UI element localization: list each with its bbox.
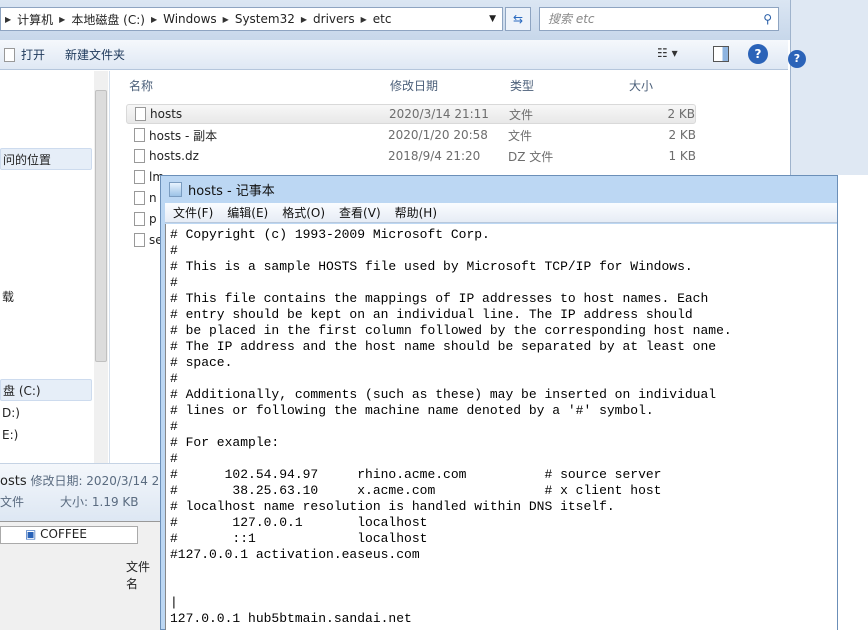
file-icon xyxy=(134,128,145,142)
file-name: p xyxy=(149,212,157,226)
column-header-type[interactable]: 类型 xyxy=(510,77,534,94)
refresh-button[interactable]: ⇆ xyxy=(505,7,531,31)
file-icon xyxy=(134,149,145,163)
new-folder-button[interactable]: 新建文件夹 xyxy=(65,46,125,63)
breadcrumb-item[interactable]: etc xyxy=(373,12,392,26)
search-icon[interactable]: ⚲ xyxy=(763,8,772,30)
file-size: 2 KB xyxy=(668,128,696,142)
file-icon xyxy=(134,170,145,184)
detail-date: 修改日期: 2020/3/14 2 xyxy=(30,474,160,488)
new-folder-label: 新建文件夹 xyxy=(65,48,126,62)
view-options-icon[interactable]: ☷ ▾ xyxy=(657,46,678,60)
breadcrumb-item[interactable]: 计算机 xyxy=(17,11,53,28)
menu-file[interactable]: 文件(F) xyxy=(173,204,213,221)
location-value: COFFEE xyxy=(40,527,87,541)
chevron-right-icon: ▶ xyxy=(5,14,12,24)
menu-edit[interactable]: 编辑(E) xyxy=(227,204,268,221)
menu-view[interactable]: 查看(V) xyxy=(339,204,381,221)
preview-pane-icon[interactable] xyxy=(713,46,729,62)
file-type: 文件 xyxy=(509,107,534,122)
breadcrumb-item[interactable]: 本地磁盘 (C:) xyxy=(71,11,145,28)
scrollbar-thumb[interactable] xyxy=(95,90,107,362)
notepad-window: hosts - 记事本 文件(F) 编辑(E) 格式(O) 查看(V) 帮助(H… xyxy=(160,175,838,630)
nav-item[interactable]: D:) xyxy=(0,402,92,424)
nav-item[interactable]: 问的位置 xyxy=(0,148,92,170)
detail-type: 文件 xyxy=(0,495,25,509)
file-icon xyxy=(134,212,145,226)
file-size: 2 KB xyxy=(667,107,695,121)
nav-item[interactable]: E:) xyxy=(0,424,92,446)
detail-file-name: osts xyxy=(0,474,27,489)
column-header-name[interactable]: 名称 xyxy=(129,77,153,94)
background-window xyxy=(790,0,868,175)
menu-help[interactable]: 帮助(H) xyxy=(395,204,437,221)
file-name: hosts.dz xyxy=(149,149,199,163)
address-breadcrumb[interactable]: ▶ 计算机 ▶ 本地磁盘 (C:) ▶ Windows ▶ System32 ▶ dri… xyxy=(0,7,503,31)
menu-bar: 文件(F) 编辑(E) 格式(O) 查看(V) 帮助(H) xyxy=(165,203,837,223)
search-input[interactable]: 搜索 etc ⚲ xyxy=(539,7,779,31)
chevron-right-icon: ▶ xyxy=(300,14,308,24)
open-label: 打开 xyxy=(21,48,46,62)
column-header-date[interactable]: 修改日期 xyxy=(390,77,438,94)
breadcrumb-item[interactable]: Windows xyxy=(163,12,217,26)
file-name: n xyxy=(149,191,157,205)
chevron-right-icon: ▶ xyxy=(222,14,229,24)
file-row[interactable]: hosts - 副本 2020/1/20 20:58 文件 2 KB xyxy=(126,125,696,145)
notepad-title-bar[interactable]: hosts - 记事本 xyxy=(161,176,837,202)
file-date: 2020/1/20 20:58 xyxy=(388,128,488,142)
details-pane: osts 修改日期: 2020/3/14 2 文件 大小: 1.19 KB xyxy=(0,463,160,521)
chevron-right-icon: ▶ xyxy=(360,14,367,24)
filename-label: 文件名 xyxy=(126,560,151,591)
file-date: 2020/3/14 21:11 xyxy=(389,107,489,121)
chevron-down-icon[interactable]: ▼ xyxy=(489,14,496,24)
breadcrumb-item[interactable]: System32 xyxy=(235,12,295,26)
nav-item[interactable]: 载 xyxy=(0,286,92,308)
help-icon[interactable]: ? xyxy=(788,50,806,68)
file-date: 2018/9/4 21:20 xyxy=(388,149,481,163)
file-type: DZ 文件 xyxy=(508,149,554,164)
nav-item[interactable]: 盘 (C:) xyxy=(0,379,92,401)
file-row[interactable]: hosts 2020/3/14 21:11 文件 2 KB xyxy=(126,104,696,124)
breadcrumb-item[interactable]: drivers xyxy=(313,12,355,26)
file-type: 文件 xyxy=(508,128,533,143)
save-dialog-area: ▣ COFFEE 文件名 xyxy=(0,521,160,630)
file-icon xyxy=(135,107,146,121)
detail-size: 大小: 1.19 KB xyxy=(60,495,139,509)
chevron-right-icon: ▶ xyxy=(59,14,66,24)
file-name: hosts - 副本 xyxy=(149,128,218,143)
file-row[interactable]: hosts.dz 2018/9/4 21:20 DZ 文件 1 KB xyxy=(126,146,696,166)
file-size: 1 KB xyxy=(668,149,696,163)
search-placeholder: 搜索 etc xyxy=(548,12,595,26)
file-icon xyxy=(4,47,15,62)
column-header-size[interactable]: 大小 xyxy=(629,77,653,94)
open-button[interactable]: 打开 xyxy=(4,46,45,63)
notepad-icon xyxy=(169,181,182,197)
file-content[interactable]: # Copyright (c) 1993-2009 Microsoft Corp… xyxy=(170,227,837,627)
window-title: hosts - 记事本 xyxy=(188,183,275,199)
text-editor[interactable]: # Copyright (c) 1993-2009 Microsoft Corp… xyxy=(165,224,837,630)
menu-format[interactable]: 格式(O) xyxy=(282,204,325,221)
location-dropdown[interactable]: ▣ COFFEE xyxy=(0,526,138,544)
file-name: hosts xyxy=(150,107,183,121)
file-icon xyxy=(134,191,145,205)
computer-icon: ▣ xyxy=(25,527,37,541)
chevron-right-icon: ▶ xyxy=(150,14,158,24)
file-icon xyxy=(134,233,145,247)
help-icon[interactable]: ? xyxy=(748,44,768,64)
